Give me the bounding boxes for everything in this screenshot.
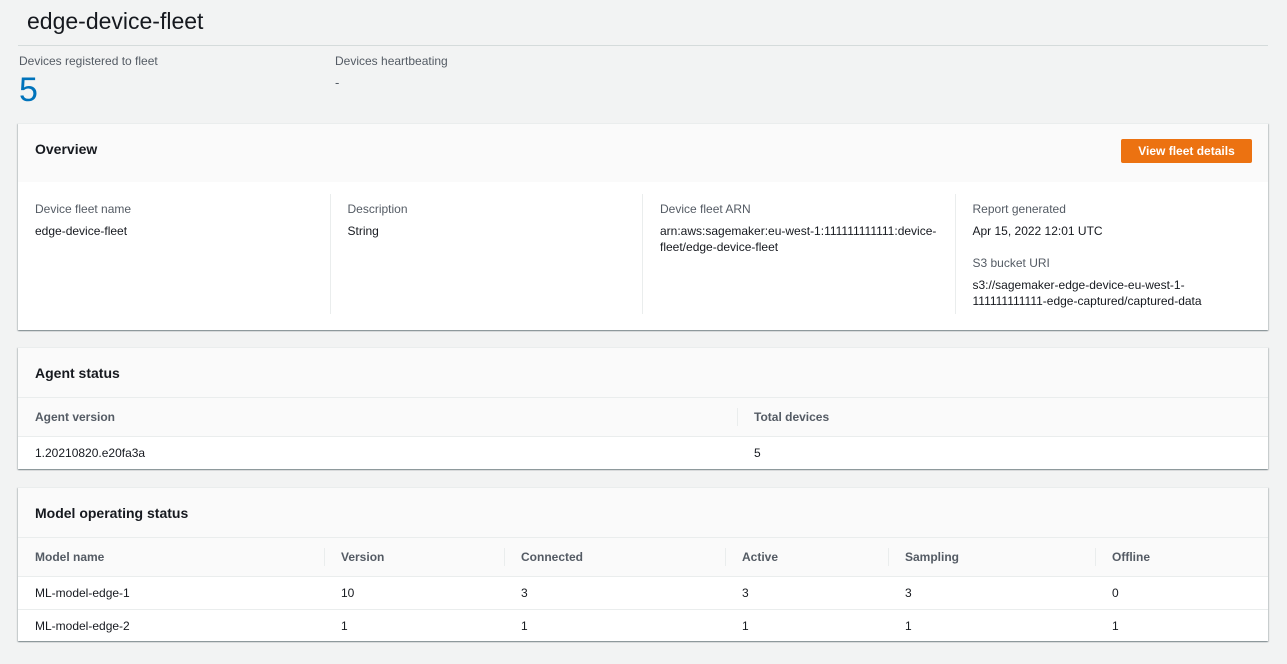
model-status-title: Model operating status bbox=[35, 505, 189, 521]
table-header-row: Model name Version Connected Active Samp… bbox=[18, 538, 1268, 577]
cell-version: 10 bbox=[324, 576, 504, 610]
report-generated-value: Apr 15, 2022 12:01 UTC bbox=[972, 224, 1103, 238]
table-row: ML-model-edge-2 1 1 1 1 1 bbox=[18, 609, 1268, 642]
cell-connected: 3 bbox=[504, 576, 725, 610]
description-value: String bbox=[347, 224, 379, 238]
cell-version: 1 bbox=[341, 618, 348, 633]
column-header-sampling: Sampling bbox=[888, 538, 1095, 577]
table-row: 1.20210820.e20fa3a 5 bbox=[18, 436, 1268, 469]
cell-active: 3 bbox=[725, 576, 888, 610]
overview-columns: Device fleet name edge-device-fleet Desc… bbox=[18, 194, 1268, 314]
model-status-panel: Model operating status Model name Versio… bbox=[18, 487, 1268, 641]
table-header-row: Agent version Total devices bbox=[18, 398, 1268, 437]
column-header-active: Active bbox=[725, 538, 888, 577]
agent-status-panel: Agent status Agent version Total devices… bbox=[18, 347, 1268, 469]
column-header-agent-version: Agent version bbox=[18, 398, 737, 437]
cell-agent-version: 1.20210820.e20fa3a bbox=[35, 445, 146, 460]
model-status-header: Model operating status bbox=[18, 488, 1268, 538]
s3-bucket-value: s3://sagemaker-edge-device-eu-west-1-111… bbox=[972, 278, 1202, 308]
cell-sampling: 1 bbox=[905, 618, 912, 633]
cell-model-name: ML-model-edge-1 bbox=[18, 576, 324, 610]
overview-panel: Overview View fleet details Device fleet… bbox=[18, 123, 1268, 330]
column-header-version: Version bbox=[324, 538, 504, 577]
cell-offline: 1 bbox=[1112, 618, 1119, 633]
overview-col-arn: Device fleet ARN arn:aws:sagemaker:eu-we… bbox=[643, 194, 956, 314]
s3-bucket-label: S3 bucket URI bbox=[972, 256, 1050, 270]
column-header-model-name: Model name bbox=[18, 538, 324, 577]
cell-total-devices: 5 bbox=[754, 445, 761, 460]
overview-col-fleet-name: Device fleet name edge-device-fleet bbox=[18, 194, 331, 314]
view-fleet-details-button[interactable]: View fleet details bbox=[1121, 139, 1252, 163]
model-status-table: Model name Version Connected Active Samp… bbox=[18, 538, 1268, 642]
column-header-connected: Connected bbox=[504, 538, 725, 577]
cell-sampling: 3 bbox=[888, 576, 1095, 610]
report-generated-label: Report generated bbox=[972, 202, 1066, 216]
description-label: Description bbox=[347, 202, 408, 216]
cell-connected: 1 bbox=[521, 618, 528, 633]
overview-col-report: Report generated Apr 15, 2022 12:01 UTC … bbox=[956, 194, 1269, 314]
table-row: ML-model-edge-1 10 3 3 3 0 bbox=[18, 576, 1268, 610]
fleet-name-label: Device fleet name bbox=[35, 202, 132, 216]
metric-label: Devices registered to fleet bbox=[19, 54, 158, 68]
arn-label: Device fleet ARN bbox=[660, 202, 751, 216]
fleet-name-value: edge-device-fleet bbox=[35, 224, 128, 238]
overview-header: Overview View fleet details bbox=[18, 124, 1268, 182]
arn-value: arn:aws:sagemaker:eu-west-1:111111111111… bbox=[660, 224, 937, 254]
cell-active: 1 bbox=[742, 618, 749, 633]
metric-value[interactable]: 5 bbox=[19, 73, 158, 107]
metric-devices-registered: Devices registered to fleet 5 bbox=[19, 54, 158, 107]
overview-col-description: Description String bbox=[331, 194, 643, 314]
metric-devices-heartbeating: Devices heartbeating - bbox=[335, 54, 448, 90]
agent-status-title: Agent status bbox=[35, 365, 120, 381]
title-divider bbox=[18, 45, 1268, 46]
overview-title: Overview bbox=[35, 141, 98, 157]
column-header-offline: Offline bbox=[1095, 538, 1268, 577]
agent-status-table: Agent version Total devices 1.20210820.e… bbox=[18, 398, 1268, 469]
metric-label: Devices heartbeating bbox=[335, 54, 448, 68]
page-title: edge-device-fleet bbox=[27, 8, 204, 34]
agent-status-header: Agent status bbox=[18, 348, 1268, 398]
metric-value: - bbox=[335, 75, 340, 90]
column-header-total-devices: Total devices bbox=[737, 398, 1268, 437]
cell-offline: 0 bbox=[1095, 576, 1268, 610]
cell-model-name: ML-model-edge-2 bbox=[35, 618, 130, 633]
